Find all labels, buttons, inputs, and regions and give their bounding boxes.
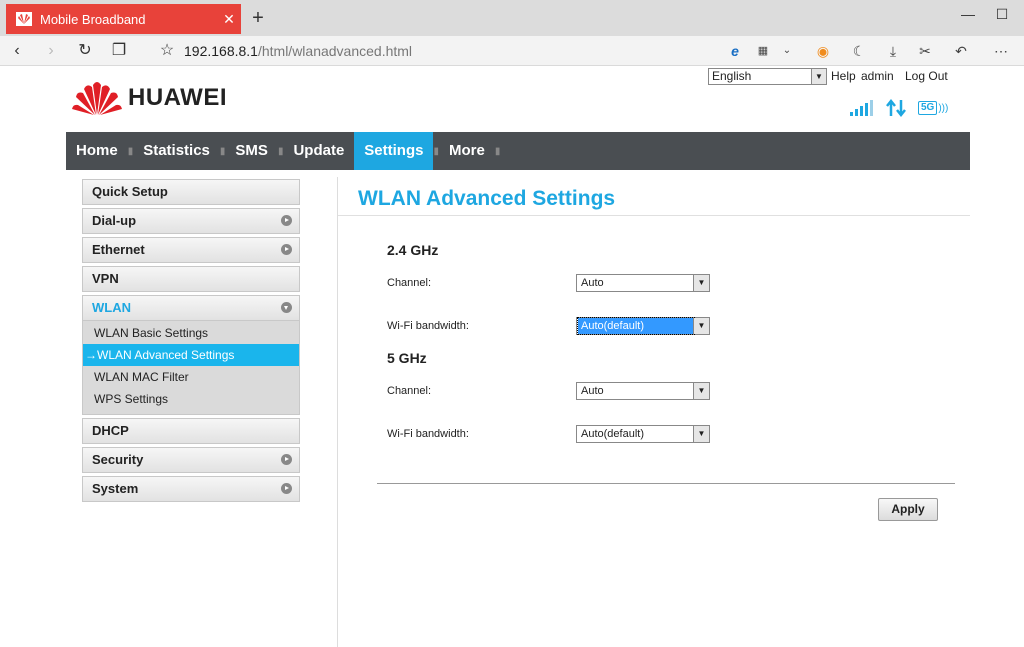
- download-icon[interactable]: ⤓: [882, 40, 904, 62]
- wlan-submenu: WLAN Basic Settings →WLAN Advanced Setti…: [82, 321, 300, 415]
- undo-icon[interactable]: ↶: [950, 40, 972, 62]
- sidebar-item-ethernet[interactable]: Ethernet: [82, 237, 300, 263]
- browser-tab[interactable]: Mobile Broadband ✕: [6, 4, 241, 34]
- bandwidth-5-select[interactable]: Auto(default) ▼: [576, 425, 710, 443]
- refresh-icon[interactable]: ↻: [74, 40, 96, 62]
- reader-icon[interactable]: ❐: [108, 40, 130, 62]
- network-5g-icon: 5G ))): [918, 101, 948, 115]
- sidebar-subitem-wlan-advanced[interactable]: →WLAN Advanced Settings: [83, 344, 299, 366]
- qr-code-icon[interactable]: ▦: [752, 40, 774, 62]
- chevron-down-icon: ▼: [693, 318, 709, 334]
- signal-strength-icon: [850, 100, 873, 116]
- night-mode-icon[interactable]: ☾: [848, 40, 870, 62]
- expand-arrow-icon: [281, 454, 292, 465]
- minimize-icon[interactable]: —: [958, 6, 978, 22]
- url-field[interactable]: 192.168.8.1/html/wlanadvanced.html: [184, 43, 412, 59]
- expand-arrow-icon: [281, 215, 292, 226]
- sidebar-item-dialup[interactable]: Dial-up: [82, 208, 300, 234]
- page-title: WLAN Advanced Settings: [358, 187, 616, 210]
- settings-sidebar: Quick Setup Dial-up Ethernet VPN WLAN WL…: [82, 179, 300, 505]
- nav-update[interactable]: Update: [283, 132, 354, 170]
- nav-statistics[interactable]: Statistics: [133, 132, 220, 170]
- form-divider: [377, 483, 955, 484]
- nav-home[interactable]: Home: [66, 132, 128, 170]
- vertical-divider: [337, 177, 338, 647]
- close-tab-icon[interactable]: ✕: [217, 11, 241, 28]
- huawei-logo: HUAWEI: [72, 79, 227, 117]
- channel-5-select[interactable]: Auto ▼: [576, 382, 710, 400]
- status-icons: 5G ))): [850, 99, 948, 117]
- chevron-down-icon[interactable]: ⌄: [776, 40, 798, 62]
- maximize-icon[interactable]: ☐: [992, 6, 1012, 23]
- huawei-flower-icon: [72, 82, 122, 115]
- ie-mode-icon[interactable]: e: [724, 40, 746, 62]
- scissors-icon[interactable]: ✂: [914, 40, 936, 62]
- sidebar-item-quick-setup[interactable]: Quick Setup: [82, 179, 300, 205]
- bandwidth-24-label: Wi-Fi bandwidth:: [387, 320, 469, 332]
- sidebar-item-vpn[interactable]: VPN: [82, 266, 300, 292]
- browser-toolbar: ‹ › ↻ ❐ ☆ 192.168.8.1/html/wlanadvanced.…: [0, 36, 1024, 66]
- tab-title: Mobile Broadband: [40, 11, 146, 27]
- sidebar-subitem-wlan-basic[interactable]: WLAN Basic Settings: [83, 322, 299, 344]
- channel-24-label: Channel:: [387, 277, 432, 289]
- brand-name: HUAWEI: [128, 84, 227, 111]
- data-transfer-icon: [886, 99, 906, 117]
- help-link[interactable]: Help: [831, 69, 856, 83]
- bookmark-star-icon[interactable]: ☆: [156, 40, 178, 62]
- browser-tabbar: Mobile Broadband ✕ + — ☐: [0, 0, 1024, 36]
- chevron-down-icon: ▼: [693, 426, 709, 442]
- logout-link[interactable]: Log Out: [905, 69, 948, 83]
- sidebar-item-wlan[interactable]: WLAN: [82, 295, 300, 321]
- nav-sms[interactable]: SMS: [225, 132, 278, 170]
- bandwidth-5-label: Wi-Fi bandwidth:: [387, 428, 469, 440]
- expand-arrow-icon: [281, 244, 292, 255]
- nav-more[interactable]: More: [439, 132, 495, 170]
- apply-button[interactable]: Apply: [878, 498, 938, 521]
- user-label: admin: [861, 69, 894, 83]
- bandwidth-24-select[interactable]: Auto(default) ▼: [576, 317, 710, 335]
- collapse-arrow-icon: [281, 302, 292, 313]
- new-tab-icon[interactable]: +: [248, 6, 268, 30]
- huawei-favicon-icon: [16, 12, 32, 26]
- band-5ghz-heading: 5 GHz: [387, 350, 427, 366]
- sidebar-item-system[interactable]: System: [82, 476, 300, 502]
- channel-5-label: Channel:: [387, 385, 432, 397]
- sidebar-item-dhcp[interactable]: DHCP: [82, 418, 300, 444]
- expand-arrow-icon: [281, 483, 292, 494]
- band-24ghz-heading: 2.4 GHz: [387, 242, 439, 258]
- sidebar-subitem-wps[interactable]: WPS Settings: [83, 388, 299, 410]
- more-menu-icon[interactable]: ⋯: [990, 40, 1012, 62]
- chevron-down-icon: ▼: [811, 69, 826, 84]
- sidebar-subitem-wlan-mac-filter[interactable]: WLAN MAC Filter: [83, 366, 299, 388]
- title-divider: [338, 215, 970, 216]
- back-icon[interactable]: ‹: [6, 40, 28, 62]
- game-controller-icon[interactable]: ◉: [812, 40, 834, 62]
- language-select[interactable]: English ▼: [708, 68, 827, 85]
- chevron-down-icon: ▼: [693, 383, 709, 399]
- chevron-down-icon: ▼: [693, 275, 709, 291]
- nav-settings[interactable]: Settings: [354, 132, 434, 170]
- channel-24-select[interactable]: Auto ▼: [576, 274, 710, 292]
- forward-icon[interactable]: ›: [40, 40, 62, 62]
- main-navigation: Home ▮ Statistics ▮ SMS ▮ Update Setting…: [66, 132, 970, 170]
- router-page: English ▼ Help admin Log Out HUAWEI 5G)…: [0, 67, 1024, 647]
- sidebar-item-security[interactable]: Security: [82, 447, 300, 473]
